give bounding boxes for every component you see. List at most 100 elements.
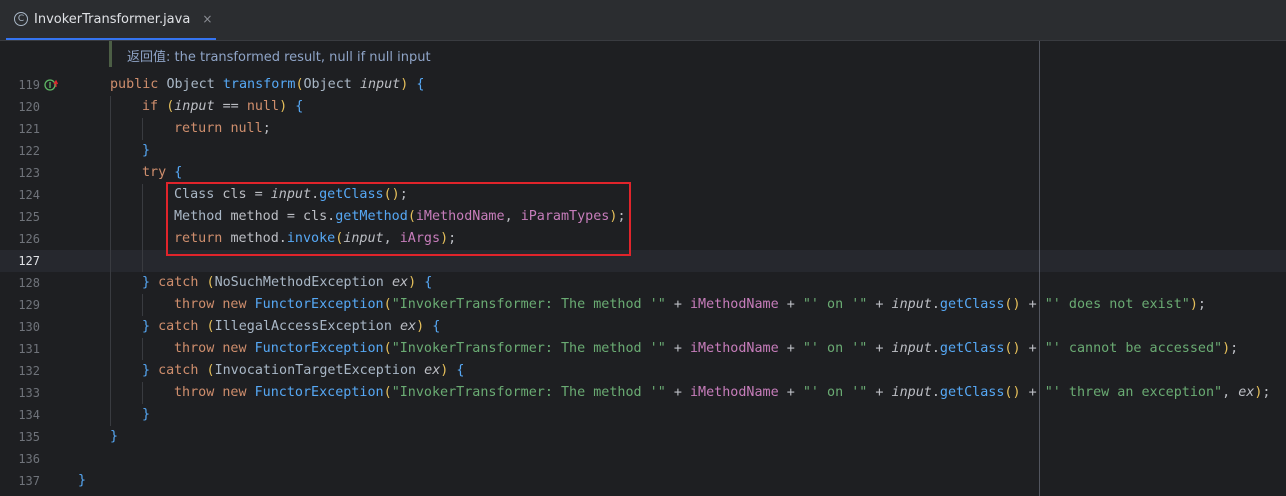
code-line[interactable]: 119 public Object transform(Object input)… xyxy=(0,74,1286,96)
code-line[interactable]: 128 } catch (NoSuchMethodException ex) { xyxy=(0,272,1286,294)
line-number[interactable]: 123 xyxy=(0,162,40,184)
code-token: ( xyxy=(383,297,392,312)
implements-method-icon[interactable] xyxy=(44,78,58,92)
code-line[interactable]: 129 throw new FunctorException("InvokerTr… xyxy=(0,294,1286,316)
code-line[interactable]: 123 try { xyxy=(0,162,1286,184)
tab-title: InvokerTransformer.java xyxy=(34,11,191,27)
code-token: input xyxy=(891,341,932,356)
code-token: "' on '" xyxy=(802,341,868,356)
code-line[interactable]: 127 xyxy=(0,250,1286,272)
right-margin-guide xyxy=(1039,41,1040,496)
code-token: "' cannot be accessed" xyxy=(1044,341,1223,356)
close-icon[interactable]: × xyxy=(202,12,212,26)
line-number[interactable]: 134 xyxy=(0,404,40,426)
code-token: ; xyxy=(448,231,457,246)
indent-guide xyxy=(110,404,111,426)
line-number[interactable]: 131 xyxy=(0,338,40,360)
code-token: . xyxy=(931,385,940,400)
code-token: try xyxy=(142,165,175,180)
code-token: Object xyxy=(303,77,360,92)
code-token: getClass xyxy=(319,187,384,202)
line-number[interactable]: 129 xyxy=(0,294,40,316)
code-token: () xyxy=(1004,341,1021,356)
code-token: Object xyxy=(166,77,223,92)
code-line[interactable]: 133 throw new FunctorException("InvokerTr… xyxy=(0,382,1286,404)
code-token: "' threw an exception" xyxy=(1044,385,1223,400)
code-line[interactable]: 132} catch (InvocationTargetException ex… xyxy=(0,360,1286,382)
code-token: ; xyxy=(1197,297,1206,312)
line-number[interactable]: 125 xyxy=(0,206,40,228)
code-token: input xyxy=(359,77,401,92)
code-token: FunctorException xyxy=(254,297,384,312)
code-token: "' on '" xyxy=(802,385,868,400)
code-token: catch xyxy=(158,319,207,334)
code-token: catch xyxy=(158,363,207,378)
code-line[interactable]: 122} xyxy=(0,140,1286,162)
code-line[interactable]: 125 Method method = cls.getMethod(iMethod… xyxy=(0,206,1286,228)
line-number[interactable]: 124 xyxy=(0,184,40,206)
code-line[interactable]: 124 Class cls = input.getClass(); xyxy=(0,184,1286,206)
code-token: "' on '" xyxy=(802,297,868,312)
indent-guide xyxy=(110,118,111,140)
code-token: . xyxy=(311,187,320,202)
code-line[interactable]: 131 throw new FunctorException("InvokerTr… xyxy=(0,338,1286,360)
code-line[interactable]: 137} xyxy=(0,470,1286,492)
line-number[interactable]: 122 xyxy=(0,140,40,162)
indent-guide xyxy=(110,272,111,294)
line-number[interactable]: 135 xyxy=(0,426,40,448)
tab-invoker-transformer[interactable]: C InvokerTransformer.java × xyxy=(6,0,216,40)
line-number[interactable]: 128 xyxy=(0,272,40,294)
class-icon: C xyxy=(14,12,28,26)
code-token: } xyxy=(142,407,151,422)
code-token: + xyxy=(778,297,803,312)
code-text: } catch (NoSuchMethodException ex) { xyxy=(142,272,432,294)
indent-guide xyxy=(142,228,143,250)
code-token: , xyxy=(1222,385,1239,400)
indent-guide xyxy=(110,228,111,250)
javadoc-bar xyxy=(109,41,112,67)
code-editor[interactable]: 返回值: the transformed result, null if nul… xyxy=(0,41,1286,496)
line-number[interactable]: 130 xyxy=(0,316,40,338)
line-number[interactable]: 121 xyxy=(0,118,40,140)
line-number[interactable]: 133 xyxy=(0,382,40,404)
code-line[interactable]: 135} xyxy=(0,426,1286,448)
code-text: } xyxy=(142,404,150,426)
code-token: getMethod xyxy=(335,209,408,224)
line-number[interactable]: 120 xyxy=(0,96,40,118)
line-number[interactable]: 127 xyxy=(0,250,40,272)
code-token: Method xyxy=(174,209,231,224)
code-token: throw xyxy=(174,341,223,356)
code-token: catch xyxy=(158,275,207,290)
indent-guide xyxy=(142,118,143,140)
code-token: ) xyxy=(1189,297,1198,312)
indent-guide xyxy=(142,338,143,360)
code-token: ) xyxy=(416,319,433,334)
javadoc-return-text: the transformed result, null if null inp… xyxy=(174,50,431,65)
code-token: invoke xyxy=(286,231,336,246)
code-text: public Object transform(Object input) { xyxy=(110,74,424,96)
code-line[interactable]: 134} xyxy=(0,404,1286,426)
line-number[interactable]: 119 xyxy=(0,74,40,96)
code-line[interactable]: 126 return method.invoke(input, iArgs); xyxy=(0,228,1286,250)
code-token: + xyxy=(867,341,892,356)
line-number[interactable]: 126 xyxy=(0,228,40,250)
code-line[interactable]: 120 if (input == null) { xyxy=(0,96,1286,118)
line-number[interactable]: 137 xyxy=(0,470,40,492)
code-token: == xyxy=(214,99,247,114)
code-token: IllegalAccessException xyxy=(214,319,400,334)
code-token: , xyxy=(504,209,521,224)
code-token: iMethodName xyxy=(689,297,779,312)
javadoc-text: 返回值: the transformed result, null if nul… xyxy=(127,46,431,65)
code-line[interactable]: 121 return null; xyxy=(0,118,1286,140)
line-number[interactable]: 132 xyxy=(0,360,40,382)
code-token: ( xyxy=(206,275,215,290)
code-token: + xyxy=(778,385,803,400)
code-token: FunctorException xyxy=(254,385,384,400)
line-number[interactable]: 136 xyxy=(0,448,40,470)
javadoc-return-label: 返回值: xyxy=(127,50,171,65)
indent-guide xyxy=(110,96,111,118)
code-token: { xyxy=(432,319,441,334)
code-line[interactable]: 136 xyxy=(0,448,1286,470)
code-token: input xyxy=(174,99,215,114)
code-line[interactable]: 130} catch (IllegalAccessException ex) { xyxy=(0,316,1286,338)
